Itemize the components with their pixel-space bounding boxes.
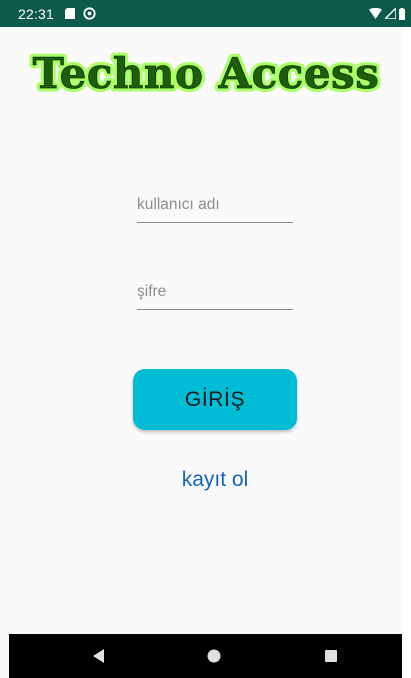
navigation-bar [9,634,402,678]
app-title: Techno Access [33,49,380,98]
recent-apps-icon[interactable] [321,646,341,666]
status-icons [369,7,405,20]
status-time: 22:31 [18,5,55,22]
password-field[interactable] [137,264,293,310]
app-logo-title: Techno Access Techno Access [29,46,382,101]
app-screen: 22:31 Techno Access Techno Access kullan… [0,0,411,678]
username-input[interactable] [137,196,293,214]
status-bar: 22:31 [0,0,411,27]
wifi-icon [369,8,382,19]
home-icon[interactable] [204,646,224,666]
back-icon[interactable] [89,646,109,666]
username-field[interactable] [137,177,293,223]
signal-icon [385,8,396,19]
sync-icon [83,7,96,20]
battery-icon [399,7,405,20]
screen-edge [402,27,411,678]
register-link[interactable]: kayıt ol [0,468,411,492]
password-input[interactable] [137,283,293,301]
login-button[interactable]: GİRİŞ [133,369,297,430]
sd-card-icon [65,8,76,19]
